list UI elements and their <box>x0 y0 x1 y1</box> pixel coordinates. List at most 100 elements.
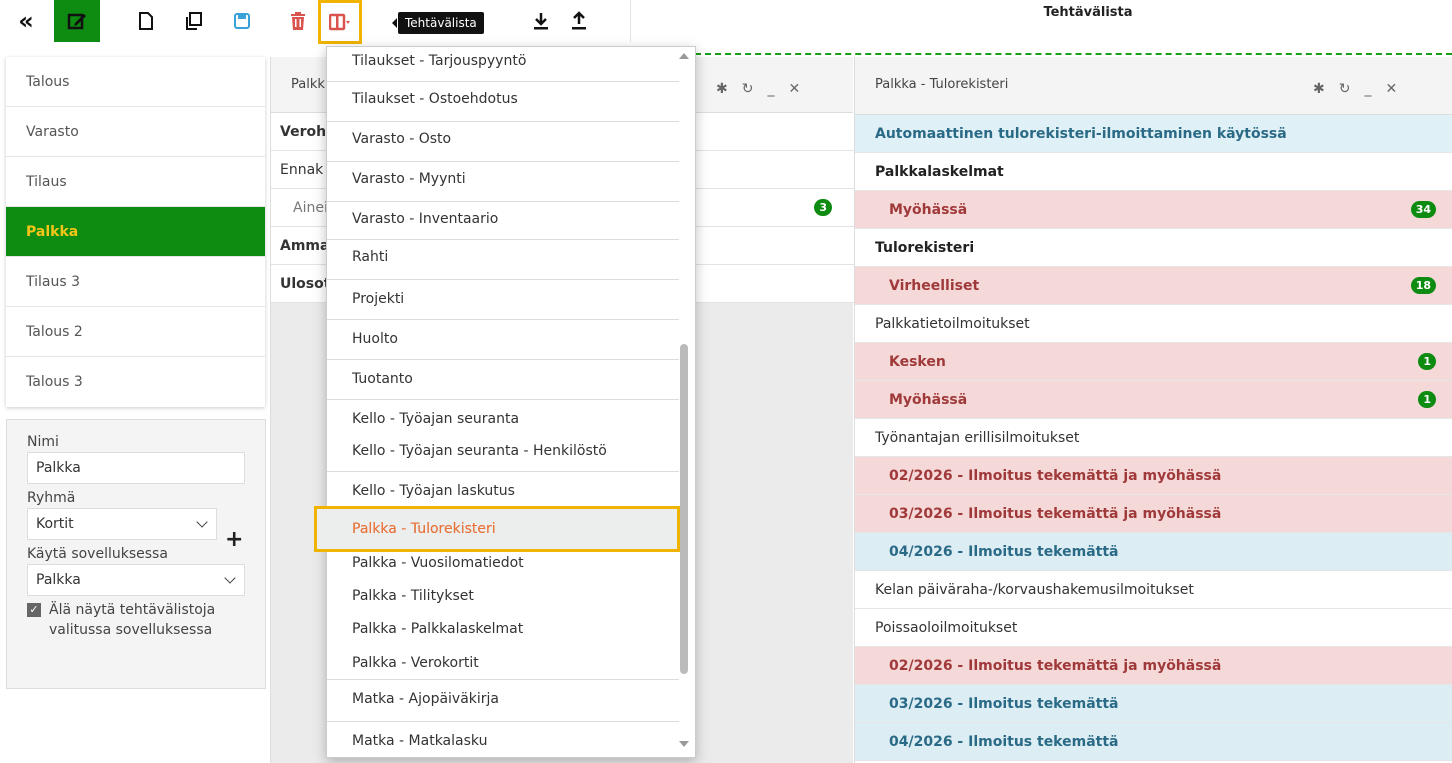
dropdown-scrollbar[interactable] <box>680 344 688 674</box>
gear-icon[interactable]: ✱ <box>716 81 728 97</box>
menu-item[interactable]: Matka - Ajopäiväkirja <box>327 687 679 711</box>
close-icon[interactable]: ✕ <box>788 81 800 97</box>
upload-button[interactable] <box>562 0 596 42</box>
app-item-talous[interactable]: Talous <box>6 57 265 107</box>
refresh-icon[interactable]: ↻ <box>742 81 754 97</box>
tasklist-row[interactable]: 03/2026 - Ilmoitus tekemättä <box>855 685 1452 723</box>
app-settings-form: Nimi Palkka Ryhmä Kortit + Käytä sovellu… <box>6 419 266 689</box>
menu-item[interactable]: Huolto <box>327 327 679 351</box>
menu-item[interactable]: Varasto - Osto <box>327 127 679 151</box>
new-document-icon <box>139 12 153 30</box>
selected-menu-item-label[interactable]: Palkka - Tulorekisteri <box>352 509 496 549</box>
menu-item[interactable]: Palkka - Palkkalaskelmat <box>327 617 679 641</box>
tasklist-row-label: 03/2026 - Ilmoitus tekemättä <box>889 696 1119 712</box>
use-in-app-value: Palkka <box>36 572 81 588</box>
trash-icon <box>291 12 305 30</box>
menu-item[interactable]: Varasto - Inventaario <box>327 207 679 231</box>
tasklist-row[interactable]: Työnantajan erillisilmoitukset <box>855 419 1452 457</box>
tasklist-row[interactable]: 02/2026 - Ilmoitus tekemättä ja myöhässä <box>855 647 1452 685</box>
tasklist-row[interactable]: Kelan päiväraha-/korvaushakemusilmoituks… <box>855 571 1452 609</box>
tasklist-row[interactable]: Poissaoloilmoitukset <box>855 609 1452 647</box>
panel-actions: ✱ ↻ _ ✕ <box>1313 81 1397 97</box>
save-button[interactable] <box>224 0 260 42</box>
app-item-varasto[interactable]: Varasto <box>6 107 265 157</box>
tasklist-row[interactable]: Tulorekisteri <box>855 229 1452 267</box>
tasklist-row-label: Automaattinen tulorekisteri-ilmoittamine… <box>875 126 1287 142</box>
app-item-talous-3[interactable]: Talous 3 <box>6 357 265 407</box>
menu-separator <box>327 279 679 280</box>
group-select[interactable]: Kortit <box>27 508 217 540</box>
tasklist-row[interactable]: Kesken 1 <box>855 343 1452 381</box>
tasklist-row[interactable]: Myöhässä 34 <box>855 191 1452 229</box>
app-item-tilaus-3[interactable]: Tilaus 3 <box>6 257 265 307</box>
chevron-down-icon <box>224 572 236 584</box>
group-select-value: Kortit <box>36 516 74 532</box>
panel-actions: ✱ ↻ _ ✕ <box>716 81 800 97</box>
menu-separator <box>327 319 679 320</box>
tasklist-row[interactable]: 02/2026 - Ilmoitus tekemättä ja myöhässä <box>855 457 1452 495</box>
minimize-icon[interactable]: _ <box>767 81 774 97</box>
menu-item[interactable]: Kello - Työajan seuranta - Henkilöstö <box>327 439 679 463</box>
hide-tasklists-checkbox[interactable]: ✓ Älä näytä tehtävälistoja valitussa sove… <box>27 600 245 640</box>
menu-item[interactable]: Palkka - Tilitykset <box>327 584 679 608</box>
tooltip: Tehtävälista <box>392 12 484 34</box>
count-badge: 1 <box>1418 353 1436 370</box>
tasklist-row[interactable]: Virheelliset 18 <box>855 267 1452 305</box>
app-list: Talous Varasto Tilaus Palkka Tilaus 3 Ta… <box>6 57 265 407</box>
tasklist-row[interactable]: 04/2026 - Ilmoitus tekemättä <box>855 533 1452 571</box>
menu-item[interactable]: Kello - Työajan seuranta <box>327 407 679 431</box>
tasklist-row[interactable]: 04/2026 - Ilmoitus tekemättä <box>855 723 1452 761</box>
minimize-icon[interactable]: _ <box>1364 81 1371 97</box>
copy-button[interactable] <box>176 0 212 42</box>
layout-dropdown-button[interactable] <box>318 0 362 44</box>
menu-item[interactable]: Tuotanto <box>327 367 679 391</box>
menu-separator <box>327 201 679 202</box>
checkbox-label-line2: valitussa sovelluksessa <box>49 622 213 638</box>
tasklist-row-label: Tulorekisteri <box>875 240 975 256</box>
menu-item[interactable]: Rahti <box>327 245 679 269</box>
tasklist-row[interactable]: 03/2026 - Ilmoitus tekemättä ja myöhässä <box>855 495 1452 533</box>
tasklist-row[interactable]: Palkkatietoilmoitukset <box>855 305 1452 343</box>
app-item-tilaus[interactable]: Tilaus <box>6 157 265 207</box>
count-badge: 18 <box>1410 277 1436 294</box>
collapse-button[interactable]: « <box>6 0 46 42</box>
menu-item[interactable]: Palkka - Vuosilomatiedot <box>327 551 679 575</box>
download-button[interactable] <box>524 0 558 42</box>
panel-title: Palkk <box>291 77 325 92</box>
menu-separator <box>327 161 679 162</box>
tasklist-panel-right: Palkka - Tulorekisteri ✱ ↻ _ ✕ Automaattine… <box>854 57 1452 763</box>
gear-icon[interactable]: ✱ <box>1313 81 1325 97</box>
tasklist-row[interactable]: Palkkalaskelmat <box>855 153 1452 191</box>
menu-separator <box>327 121 679 122</box>
menu-item[interactable]: Tilaukset - Tarjouspyyntö <box>327 49 679 73</box>
upload-icon <box>572 11 586 30</box>
delete-button[interactable] <box>280 0 316 42</box>
app-item-talous-2[interactable]: Talous 2 <box>6 307 265 357</box>
tasklist-row-label: Työnantajan erillisilmoitukset <box>875 430 1080 446</box>
tasklist-row-label: 04/2026 - Ilmoitus tekemättä <box>889 544 1119 560</box>
drop-zone-border <box>695 53 1452 55</box>
refresh-icon[interactable]: ↻ <box>1339 81 1351 97</box>
edit-button[interactable] <box>54 0 100 42</box>
tasklist-dropdown: Tilaukset - Tarjouspyyntö Tilaukset - Ost… <box>326 46 696 758</box>
menu-item[interactable]: Projekti <box>327 287 679 311</box>
app-item-palkka[interactable]: Palkka <box>6 207 265 257</box>
close-icon[interactable]: ✕ <box>1385 81 1397 97</box>
menu-item[interactable]: Palkka - Verokortit <box>327 651 679 675</box>
save-icon <box>234 13 250 29</box>
new-button[interactable] <box>128 0 164 42</box>
tasklist-row[interactable]: Automaattinen tulorekisteri-ilmoittamine… <box>855 115 1452 153</box>
scroll-down-icon[interactable] <box>679 741 689 747</box>
use-in-app-select[interactable]: Palkka <box>27 564 245 596</box>
tasklist-row-label: Kelan päiväraha-/korvaushakemusilmoituks… <box>875 582 1194 598</box>
tasklist-row[interactable]: Myöhässä 1 <box>855 381 1452 419</box>
menu-item[interactable]: Matka - Matkalasku <box>327 729 679 753</box>
add-group-button[interactable]: + <box>225 527 243 552</box>
menu-item[interactable]: Tilaukset - Ostoehdotus <box>327 87 679 111</box>
count-badge: 1 <box>1418 391 1436 408</box>
list-item-label: Ainei <box>293 200 328 216</box>
menu-item[interactable]: Kello - Työajan laskutus <box>327 479 679 503</box>
name-input[interactable]: Palkka <box>27 452 245 484</box>
scroll-up-icon[interactable] <box>679 53 689 59</box>
menu-item[interactable]: Varasto - Myynti <box>327 167 679 191</box>
